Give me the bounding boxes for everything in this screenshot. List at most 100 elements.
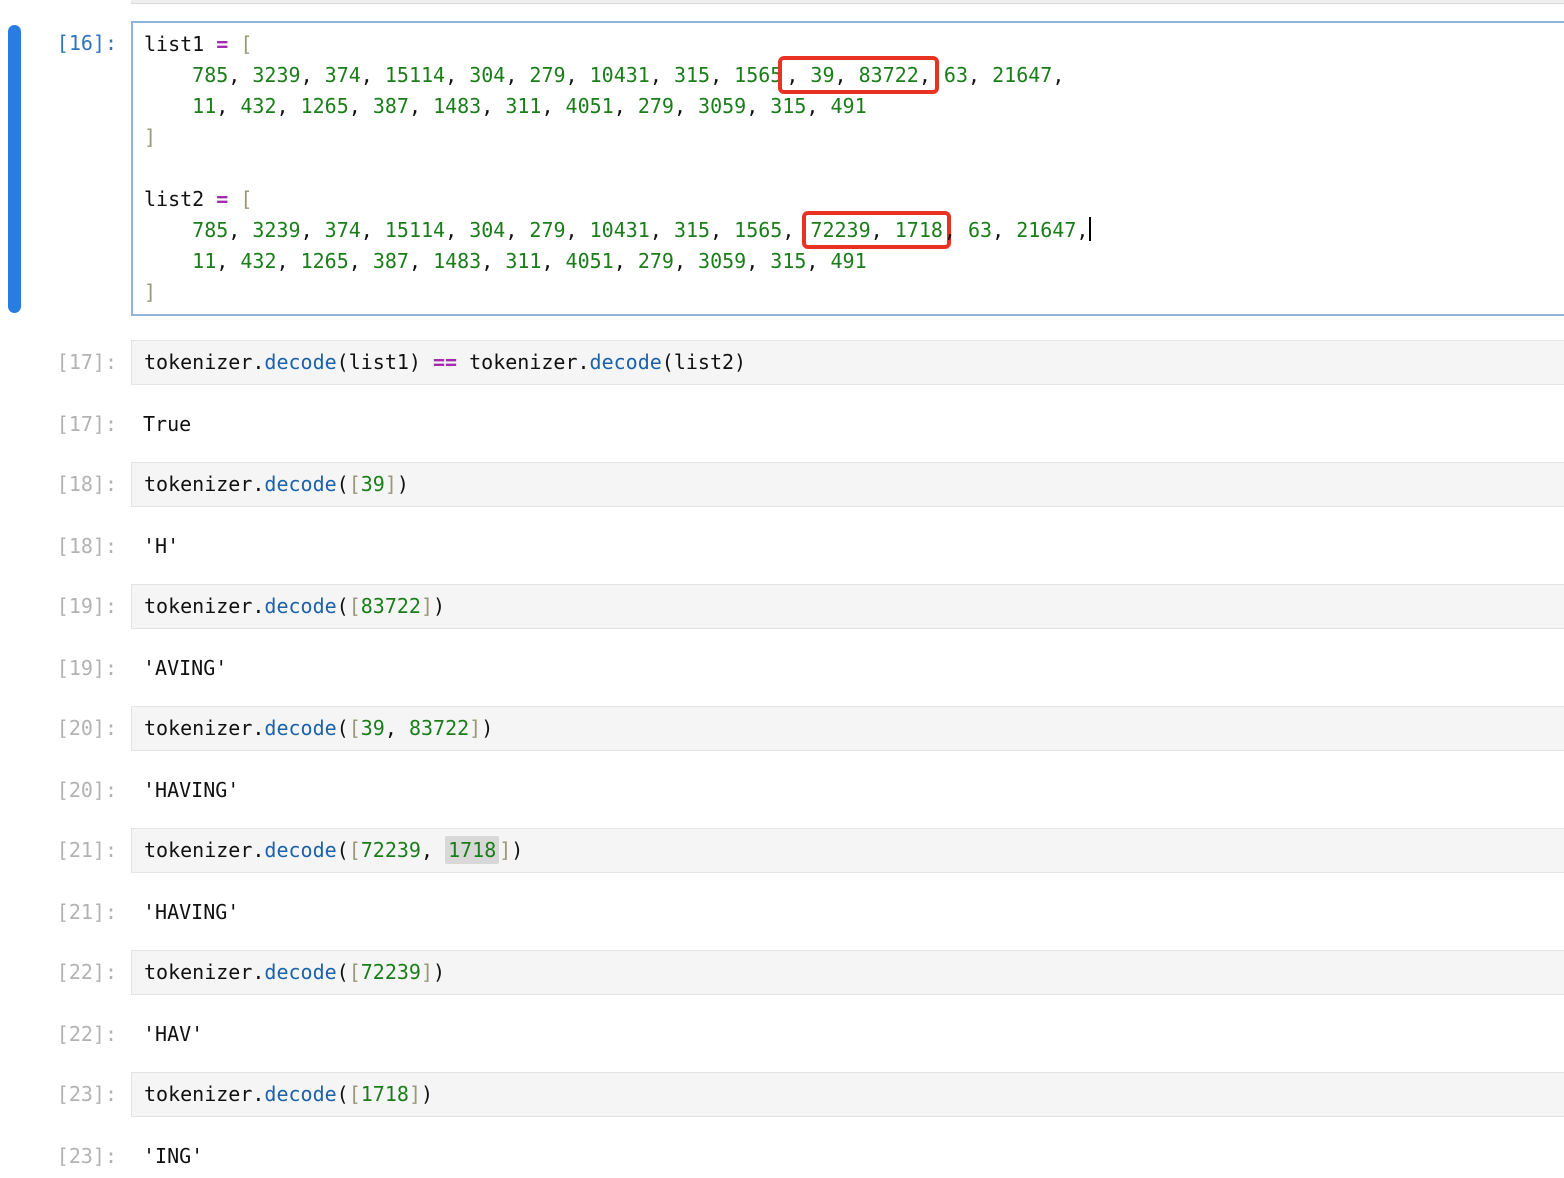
code-token: 39 (361, 716, 385, 740)
cell-output-area: [17]:True (0, 409, 1564, 440)
code-token: , (1052, 63, 1064, 87)
code-token: list2 (144, 187, 216, 211)
notebook-viewport: [16]:list1 = [ 785, 3239, 374, 15114, 30… (0, 0, 1564, 1178)
code-token: decode (264, 1082, 336, 1106)
code-token: , (481, 249, 505, 273)
code-token: 83722 (409, 716, 469, 740)
code-token: , (968, 63, 992, 87)
code-token: 311 (505, 249, 541, 273)
code-token: 83722 (859, 63, 919, 87)
active-cell-collapser-bar[interactable] (8, 25, 21, 313)
code-token: ) (421, 1082, 433, 1106)
code-token: ) (433, 960, 445, 984)
cell-output-area: [22]:'HAV' (0, 1019, 1564, 1050)
code-editor[interactable]: tokenizer.decode([39]) (131, 462, 1564, 507)
code-token (144, 63, 192, 87)
code-token: , (746, 94, 770, 118)
code-token: [ (349, 472, 361, 496)
code-token (144, 249, 192, 273)
cell-input-area: [22]:tokenizer.decode([72239]) (0, 950, 1564, 995)
code-token: 432 (240, 94, 276, 118)
code-token: 21647 (1016, 218, 1076, 242)
code-token: , (361, 63, 385, 87)
code-token: , (992, 218, 1016, 242)
code-cell-19: [19]:tokenizer.decode([83722])[19]:'AVIN… (0, 584, 1564, 684)
code-token: , (349, 94, 373, 118)
code-token: , (541, 249, 565, 273)
code-token: , (505, 218, 529, 242)
code-token: 1265 (301, 249, 349, 273)
code-token: , (566, 218, 590, 242)
code-token: , (746, 249, 770, 273)
output-prompt: [21]: (0, 897, 131, 928)
code-token: 279 (529, 63, 565, 87)
cell-output-area: [20]:'HAVING' (0, 775, 1564, 806)
code-token: decode (264, 716, 336, 740)
code-token: 72239 (361, 960, 421, 984)
code-editor[interactable]: tokenizer.decode([72239]) (131, 950, 1564, 995)
code-line: 11, 432, 1265, 387, 1483, 311, 4051, 279… (144, 246, 1564, 277)
code-token: decode (590, 350, 662, 374)
code-token: 304 (469, 63, 505, 87)
cell-input-area: [16]:list1 = [ 785, 3239, 374, 15114, 30… (0, 21, 1564, 316)
code-token: 387 (373, 94, 409, 118)
code-token: 15114 (385, 218, 445, 242)
cell-output-area: [18]:'H' (0, 531, 1564, 562)
code-token: 1565 (734, 218, 782, 242)
code-token: 1718 (445, 836, 499, 864)
code-token: 72239 (361, 838, 421, 862)
code-token: 387 (373, 249, 409, 273)
code-token: 39 (361, 472, 385, 496)
code-editor[interactable]: tokenizer.decode([1718]) (131, 1072, 1564, 1117)
code-token: tokenizer. (144, 472, 264, 496)
code-editor[interactable]: tokenizer.decode([83722]) (131, 584, 1564, 629)
code-token: , (650, 218, 674, 242)
code-token: , (385, 716, 409, 740)
code-token: 3239 (252, 63, 300, 87)
code-token: , (919, 63, 931, 87)
code-line: tokenizer.decode([83722]) (144, 591, 1564, 622)
output-text: True (131, 409, 1564, 440)
code-token: , (228, 63, 252, 87)
code-token: , (276, 249, 300, 273)
code-editor[interactable]: tokenizer.decode(list1) == tokenizer.dec… (131, 340, 1564, 385)
code-token: , (650, 63, 674, 87)
cell-input-area: [17]:tokenizer.decode(list1) == tokenize… (0, 340, 1564, 385)
output-prompt: [17]: (0, 409, 131, 440)
code-editor[interactable]: tokenizer.decode([39, 83722]) (131, 706, 1564, 751)
code-token: == (433, 350, 457, 374)
code-token: 315 (674, 218, 710, 242)
previous-cell-bottom-edge (131, 0, 1564, 4)
code-token: 21647 (992, 63, 1052, 87)
code-token: ] (421, 594, 433, 618)
code-editor[interactable]: tokenizer.decode([72239, 1718]) (131, 828, 1564, 873)
code-token: ] (469, 716, 481, 740)
code-editor[interactable]: list1 = [ 785, 3239, 374, 15114, 304, 27… (131, 21, 1564, 316)
output-text: 'AVING' (131, 653, 1564, 684)
code-token: 10431 (590, 218, 650, 242)
input-prompt: [21]: (0, 828, 131, 873)
text-cursor (1089, 217, 1091, 241)
code-token: 785 (192, 63, 228, 87)
code-token: ( (337, 960, 349, 984)
code-token: 279 (638, 249, 674, 273)
code-token: , (710, 218, 734, 242)
code-token: ] (144, 125, 156, 149)
code-token: = (216, 32, 228, 56)
code-token: 1265 (301, 94, 349, 118)
output-prompt: [19]: (0, 653, 131, 684)
code-token: [ (349, 594, 361, 618)
code-token: 1718 (361, 1082, 409, 1106)
code-line: tokenizer.decode([39]) (144, 469, 1564, 500)
code-token: 63 (968, 218, 992, 242)
cell-input-area: [21]:tokenizer.decode([72239, 1718]) (0, 828, 1564, 873)
code-token: tokenizer. (144, 1082, 264, 1106)
code-token: tokenizer. (144, 594, 264, 618)
code-token: 491 (831, 249, 867, 273)
code-token: tokenizer. (144, 960, 264, 984)
code-token: 374 (325, 63, 361, 87)
code-token: 1718 (895, 218, 943, 242)
code-token: 1565 (734, 63, 782, 87)
code-line (144, 153, 1564, 184)
code-token: ] (421, 960, 433, 984)
